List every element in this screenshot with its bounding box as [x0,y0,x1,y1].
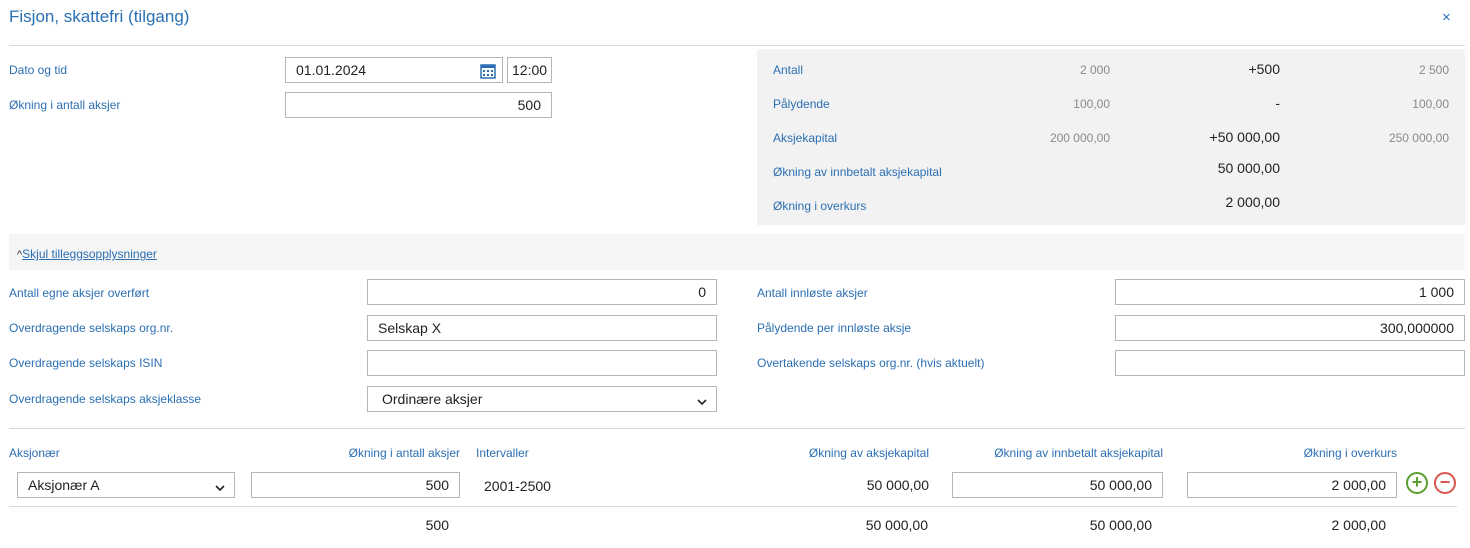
total-premium: 2 000,00 [1331,517,1387,533]
own-shares-input[interactable]: 0 [367,279,717,305]
redeemed-shares-label: Antall innløste aksjer [757,286,868,300]
row-premium-input[interactable]: 2 000,00 [1187,472,1397,498]
share-class-label: Overdragende selskaps aksjeklasse [9,392,202,406]
shareholder-value: Aksjonær A [28,477,100,493]
summary-after-aksjekapital: 250 000,00 [1388,131,1449,145]
remove-row-icon[interactable]: − [1434,472,1456,494]
summary-label-antall: Antall [773,63,804,77]
par-per-redeemed-label: Pålydende per innløste aksje [757,321,912,335]
chevron-down-icon [214,478,226,497]
par-per-redeemed-input[interactable]: 300,000000 [1115,315,1465,341]
additional-info-bar [9,234,1465,270]
totals-divider [9,506,1457,507]
col-header-capital: Økning av aksjekapital [808,446,929,460]
col-header-shareholder: Aksjonær [9,446,60,460]
redeemed-shares-input[interactable]: 1 000 [1115,279,1465,305]
summary-before-aksjekapital: 200 000,00 [1049,131,1110,145]
summary-delta-antall: +500 [1248,61,1280,77]
summary-delta-overkurs: 2 000,00 [1225,194,1281,210]
shareholder-select[interactable]: Aksjonær A [17,472,235,498]
summary-before-palydende: 100,00 [1073,97,1110,111]
chevron-down-icon [696,392,708,411]
close-icon[interactable]: × [1442,10,1451,26]
summary-label-aksjekapital: Aksjekapital [773,131,838,145]
date-label: Dato og tid [9,63,68,77]
summary-label-overkurs: Økning i overkurs [773,199,867,213]
calendar-icon[interactable] [480,62,496,82]
total-paid-in: 50 000,00 [1089,517,1152,533]
col-header-intervals: Intervaller [476,446,529,460]
col-header-increase: Økning i antall aksjer [348,446,460,460]
date-value: 01.01.2024 [296,62,367,78]
total-increase: 500 [425,517,449,533]
summary-delta-aksjekapital: +50 000,00 [1209,129,1280,145]
add-row-icon[interactable]: + [1406,472,1428,494]
section-divider [9,428,1465,429]
row-paid-in-input[interactable]: 50 000,00 [952,472,1163,498]
header-divider [9,45,1465,46]
summary-after-antall: 2 500 [1418,63,1449,77]
share-class-select[interactable]: Ordinære aksjer [367,386,717,412]
transferor-orgnr-input[interactable]: Selskap X [367,315,717,341]
increase-input[interactable]: 500 [285,92,552,118]
transferor-isin-input[interactable] [367,350,717,376]
increase-label: Økning i antall aksjer [9,98,121,112]
col-header-premium: Økning i overkurs [1303,446,1397,460]
acquirer-orgnr-label: Overtakende selskaps org.nr. (hvis aktue… [757,356,985,370]
acquirer-orgnr-input[interactable] [1115,350,1465,376]
total-capital: 50 000,00 [865,517,928,533]
summary-label-palydende: Pålydende [773,97,830,111]
time-input[interactable]: 12:00 [507,57,552,83]
dialog-title: Fisjon, skattefri (tilgang) [9,7,190,26]
date-input[interactable]: 01.01.2024 [285,57,503,83]
additional-info-toggle[interactable]: ^Skjul tilleggsopplysninger [17,245,157,263]
summary-delta-innbetalt: 50 000,00 [1217,160,1280,176]
summary-before-antall: 2 000 [1079,63,1110,77]
row-intervals: 2001-2500 [484,478,551,494]
summary-delta-palydende: - [1275,95,1280,111]
summary-after-palydende: 100,00 [1412,97,1449,111]
row-capital: 50 000,00 [866,477,929,493]
row-increase-input[interactable]: 500 [251,472,460,498]
transferor-orgnr-label: Overdragende selskaps org.nr. [9,321,174,335]
col-header-paid-in: Økning av innbetalt aksjekapital [994,446,1163,460]
toggle-link-label[interactable]: Skjul tilleggsopplysninger [22,247,157,261]
share-class-value: Ordinære aksjer [382,391,483,407]
own-shares-label: Antall egne aksjer overført [9,286,150,300]
summary-label-innbetalt: Økning av innbetalt aksjekapital [773,165,942,179]
transferor-isin-label: Overdragende selskaps ISIN [9,356,163,370]
